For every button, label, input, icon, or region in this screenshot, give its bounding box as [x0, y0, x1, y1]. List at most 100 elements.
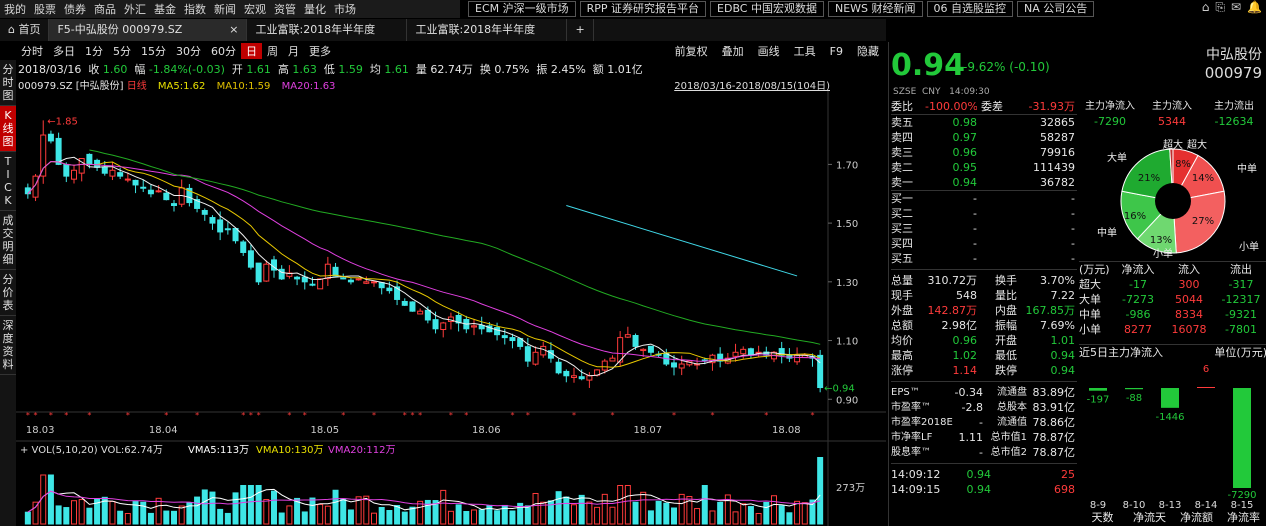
pie-hole: [1155, 183, 1191, 219]
pie-label-small-out: 小单: [1153, 248, 1173, 259]
function-tab-2[interactable]: EDBC 中国宏观数据: [710, 1, 824, 17]
side-tab-5[interactable]: 深度资料: [0, 316, 16, 375]
volume-bar: [471, 509, 477, 525]
volume-bar: [817, 457, 824, 525]
chart-tool-3[interactable]: 工具: [787, 43, 823, 59]
top-menu-bar: 我的 股票 债券 商品 外汇 基金 指数 新闻 宏观 资管 量化 市场: [0, 0, 460, 18]
period-8[interactable]: 周: [262, 43, 283, 59]
event-star: *: [418, 411, 422, 420]
period-4[interactable]: 15分: [136, 43, 171, 59]
period-6[interactable]: 60分: [206, 43, 241, 59]
event-star: *: [672, 411, 676, 420]
kline-chart[interactable]: 1.70 1.50 1.30 1.10 0.90 ←1.85 ←0.94 * * * * * * * * * *…: [16, 91, 886, 526]
period-3[interactable]: 5分: [108, 43, 136, 59]
home-icon[interactable]: ⌂: [1202, 0, 1210, 18]
chart-tool-1[interactable]: 叠加: [715, 43, 751, 59]
bar-field-1: 幅 -1.84%(-0.03): [134, 63, 225, 76]
add-tab-button[interactable]: +: [567, 19, 594, 41]
flow-header: 主力净流入 主力流入 主力流出: [1085, 101, 1254, 112]
tick-row: 14:09:12 0.94 25: [891, 468, 1075, 481]
volume-bar: [594, 506, 601, 525]
function-tab-5[interactable]: NA 公司公告: [1017, 1, 1095, 17]
period-0[interactable]: 分时: [16, 43, 48, 59]
plus-icon: +: [575, 23, 585, 36]
menu-item-7[interactable]: 新闻: [210, 1, 240, 17]
stat-row: 涨停 1.14 跌停 0.94: [891, 364, 1075, 377]
x-label-4: 18.07: [634, 425, 663, 436]
exchange: SZSE: [893, 87, 917, 97]
chart-tool-0[interactable]: 前复权: [668, 43, 715, 59]
volume-bar: [740, 503, 747, 525]
pie-pct-small-in: 27%: [1192, 216, 1214, 227]
five-day-date: 8-14: [1195, 500, 1218, 510]
volume-bar: [771, 495, 777, 525]
chart-tool-4[interactable]: F9: [823, 45, 850, 58]
copy-icon[interactable]: ⎘: [1215, 0, 1225, 18]
function-tab-0[interactable]: ECM 沪深一级市场: [468, 1, 576, 17]
bar-field-0: 收 1.60: [88, 63, 128, 76]
tab-stock[interactable]: F5-中弘股份 000979.SZ ×: [49, 19, 248, 41]
volume-bar: [286, 505, 293, 525]
volume-bar: [155, 497, 162, 525]
ask-row: 卖三 0.96 79916: [891, 146, 1075, 159]
event-star: *: [710, 411, 714, 420]
side-tab-4[interactable]: 分价表: [0, 270, 16, 316]
volume-bar: [171, 510, 177, 525]
tab-report-1[interactable]: 工业富联:2018年半年度: [247, 19, 408, 41]
volume-bar: [509, 510, 516, 525]
menu-item-8[interactable]: 宏观: [240, 1, 270, 17]
candle: [817, 349, 824, 393]
volume-bar: [178, 505, 185, 525]
volume-bar: [671, 507, 677, 525]
side-tab-2[interactable]: TICK: [0, 152, 16, 211]
pie-label-super-in: 超大: [1187, 138, 1207, 151]
period-7[interactable]: 日: [241, 43, 262, 59]
menu-item-10[interactable]: 量化: [300, 1, 330, 17]
chart-tool-2[interactable]: 画线: [751, 43, 787, 59]
volume-bar: [401, 511, 408, 525]
volume-bar: [494, 510, 501, 525]
bid-row: 买四 - -: [891, 237, 1075, 250]
menu-item-3[interactable]: 商品: [90, 1, 120, 17]
side-tab-3[interactable]: 成交明细: [0, 211, 16, 270]
tab-report-2[interactable]: 工业富联:2018年半年度: [407, 19, 568, 41]
function-tab-4[interactable]: 06 自选股监控: [926, 1, 1014, 17]
x-label-0: 18.03: [26, 425, 55, 436]
period-10[interactable]: 更多: [304, 43, 336, 59]
menu-item-11[interactable]: 市场: [330, 1, 360, 17]
period-9[interactable]: 月: [283, 43, 304, 59]
period-5[interactable]: 30分: [171, 43, 206, 59]
menu-item-4[interactable]: 外汇: [120, 1, 150, 17]
menu-item-5[interactable]: 基金: [150, 1, 180, 17]
event-star: *: [249, 411, 253, 420]
mail-icon[interactable]: ✉: [1231, 0, 1241, 18]
period-2[interactable]: 1分: [80, 43, 108, 59]
stat-row: 均价 0.96 开盘 1.01: [891, 334, 1075, 347]
volume-bar: [324, 505, 331, 525]
menu-item-6[interactable]: 指数: [180, 1, 210, 17]
volume-bar: [617, 485, 624, 525]
menu-item-2[interactable]: 债券: [60, 1, 90, 17]
tab-report-2-label: 工业富联:2018年半年度: [415, 23, 536, 36]
volume-bar: [578, 494, 585, 525]
chart-tool-5[interactable]: 隐藏: [850, 43, 886, 59]
volume-bar: [532, 492, 539, 525]
menu-item-9[interactable]: 资管: [270, 1, 300, 17]
y-tick-3: 1.10: [836, 337, 858, 348]
event-star: *: [810, 411, 814, 420]
function-tab-3[interactable]: NEWS 财经新闻: [827, 1, 923, 17]
menu-item-1[interactable]: 股票: [30, 1, 60, 17]
period-1[interactable]: 多日: [48, 43, 80, 59]
menu-item-0[interactable]: 我的: [0, 1, 30, 17]
bell-icon[interactable]: 🔔: [1247, 0, 1262, 18]
side-tab-1[interactable]: K线图: [0, 106, 16, 152]
tab-home[interactable]: ⌂ 首页: [0, 19, 50, 41]
close-icon[interactable]: ×: [229, 19, 238, 41]
window-tools: ⌂ ⎘ ✉ 🔔: [1202, 0, 1262, 18]
side-tab-0[interactable]: 分时图: [0, 60, 16, 106]
vma20-label: VMA20:112万: [328, 445, 396, 456]
function-tab-1[interactable]: RPP 证券研究报告平台: [579, 1, 707, 17]
volume-bar: [732, 511, 739, 525]
event-star: *: [87, 411, 91, 420]
weibi-row: 委比 -100.00% 委差 -31.93万: [891, 100, 1075, 113]
